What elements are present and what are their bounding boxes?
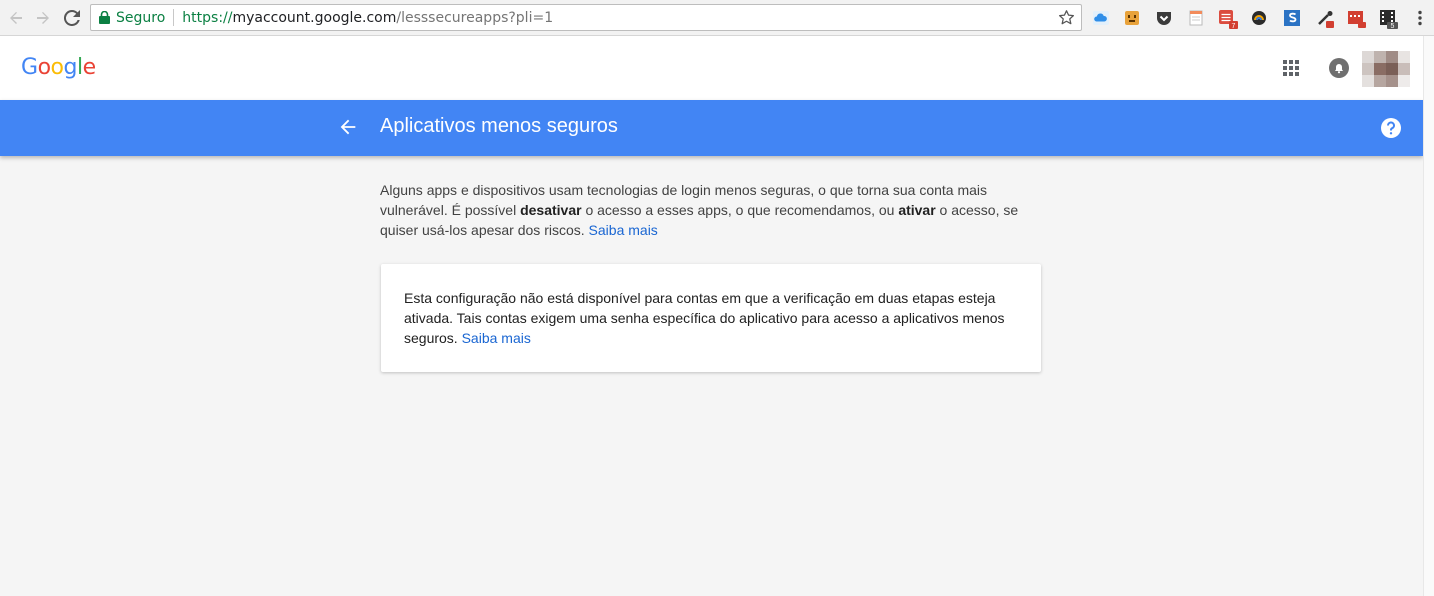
learn-more-link[interactable]: Saiba mais <box>589 222 658 238</box>
intro-bold-enable: ativar <box>898 202 936 218</box>
help-icon[interactable] <box>1380 117 1402 139</box>
omnibox-divider <box>173 9 175 26</box>
page-header <box>0 36 1423 100</box>
url-text[interactable]: https://myaccount.google.com/lesssecurea… <box>182 10 553 26</box>
logo-letter: G <box>21 55 38 80</box>
logo-letter: o <box>50 55 64 80</box>
logo-letter: g <box>63 55 78 80</box>
google-logo[interactable]: Google <box>21 55 96 80</box>
arrow-right-icon <box>37 12 49 24</box>
page-title: Aplicativos menos seguros <box>380 115 618 137</box>
scrollbar[interactable] <box>1423 36 1434 596</box>
security-indicator[interactable]: Seguro <box>91 10 165 26</box>
url-host: myaccount.google.com <box>232 9 397 26</box>
secure-label: Seguro <box>116 9 166 26</box>
intro-bold-disable: desativar <box>520 202 582 218</box>
film-badge: 5 <box>1391 23 1395 29</box>
avatar[interactable] <box>1362 51 1410 87</box>
cloud-icon[interactable] <box>1092 9 1110 27</box>
url-path: /lesssecureapps?pli=1 <box>396 9 554 26</box>
apps-grid-icon[interactable] <box>1282 59 1300 77</box>
forward-button[interactable] <box>32 7 54 29</box>
back-arrow-icon[interactable] <box>337 116 359 138</box>
info-card: Esta configuração não está disponível pa… <box>381 264 1041 372</box>
card-text: Esta configuração não está disponível pa… <box>404 288 1024 348</box>
address-bar[interactable]: Seguro https://myaccount.google.com/less… <box>90 4 1082 31</box>
card-learn-more-link[interactable]: Saiba mais <box>462 330 531 346</box>
s-icon[interactable] <box>1283 9 1301 27</box>
face-icon[interactable] <box>1123 9 1141 27</box>
rainbow-icon[interactable] <box>1250 9 1268 27</box>
logo-letter: e <box>82 55 97 80</box>
url-scheme: https:// <box>182 9 233 26</box>
reload-icon <box>64 10 80 26</box>
intro-text: Alguns apps e dispositivos usam tecnolog… <box>380 180 1020 240</box>
todoist-icon[interactable]: 7 <box>1218 9 1238 30</box>
notifications-bell-icon[interactable] <box>1329 58 1349 78</box>
lock-icon <box>99 11 110 24</box>
eyedropper-icon[interactable] <box>1316 9 1334 28</box>
intro-part2: o acesso a esses apps, o que recomendamo… <box>581 202 899 218</box>
title-bar: Aplicativos menos seguros <box>0 100 1423 156</box>
back-button[interactable] <box>5 7 27 29</box>
browser-toolbar: Seguro https://myaccount.google.com/less… <box>0 0 1434 36</box>
arrow-left-icon <box>10 12 22 24</box>
notes-icon[interactable] <box>1187 9 1205 27</box>
pocket-icon[interactable] <box>1155 9 1173 27</box>
film-icon[interactable]: 5 <box>1379 9 1398 30</box>
todoist-badge: 7 <box>1232 23 1236 29</box>
reload-button[interactable] <box>61 7 83 29</box>
menu-icon[interactable] <box>1413 9 1431 27</box>
bookmark-star-icon[interactable] <box>1058 9 1075 30</box>
calendar-icon[interactable] <box>1347 9 1366 28</box>
logo-letter: o <box>37 55 51 80</box>
